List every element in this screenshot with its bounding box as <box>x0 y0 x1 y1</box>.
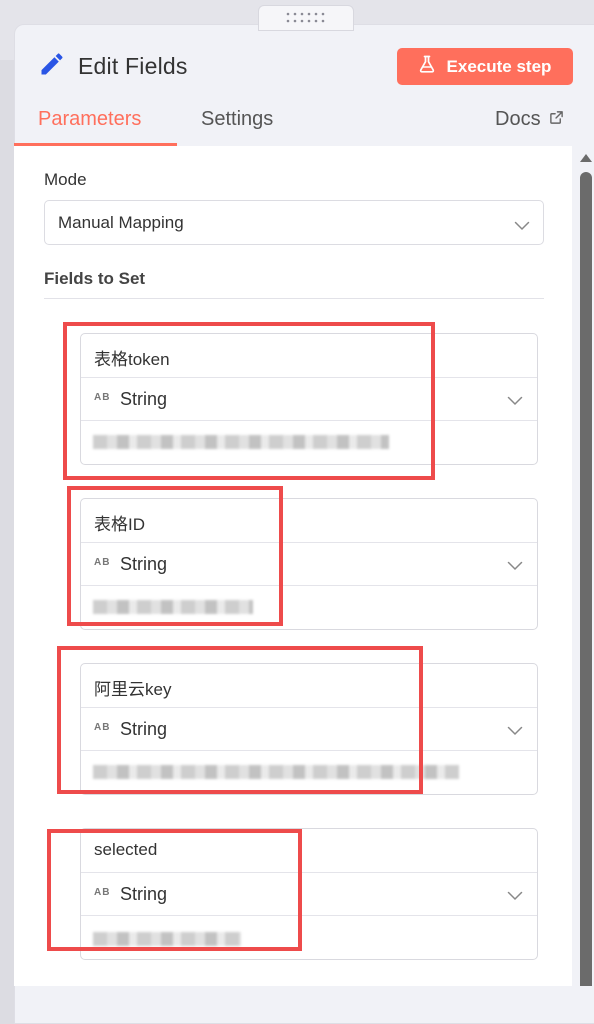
chevron-down-icon <box>507 393 523 411</box>
external-link-icon <box>541 108 564 131</box>
chevron-down-icon <box>514 216 530 236</box>
mode-select[interactable]: Manual Mapping <box>44 200 544 245</box>
chevron-down-icon <box>507 723 523 741</box>
scrollbar-thumb[interactable] <box>580 172 592 986</box>
highlight-box <box>57 646 423 794</box>
execute-step-label: Execute step <box>446 56 552 76</box>
highlight-box <box>67 486 283 626</box>
highlight-box <box>47 829 302 951</box>
tab-settings-label: Settings <box>201 108 274 130</box>
tab-parameters-label: Parameters <box>38 108 142 130</box>
panel-header: Edit Fields <box>38 50 188 83</box>
mode-value: Manual Mapping <box>58 212 184 232</box>
fields-to-set-label: Fields to Set <box>44 269 146 288</box>
chevron-down-icon <box>507 558 523 576</box>
highlight-box <box>63 322 435 480</box>
edit-pencil-icon <box>38 50 66 83</box>
section-divider <box>44 298 544 299</box>
tab-docs[interactable]: Docs <box>495 108 564 131</box>
chevron-down-icon <box>507 888 523 906</box>
tab-settings[interactable]: Settings <box>201 108 273 131</box>
drag-handle-icon[interactable] <box>258 5 354 31</box>
mode-label: Mode <box>44 170 87 189</box>
execute-step-button[interactable]: Execute step <box>397 48 573 85</box>
flask-icon <box>419 55 447 78</box>
tab-docs-label: Docs <box>495 108 541 130</box>
tab-parameters[interactable]: Parameters <box>38 108 141 131</box>
panel-title: Edit Fields <box>78 53 188 79</box>
scroll-up-icon[interactable] <box>578 151 594 169</box>
